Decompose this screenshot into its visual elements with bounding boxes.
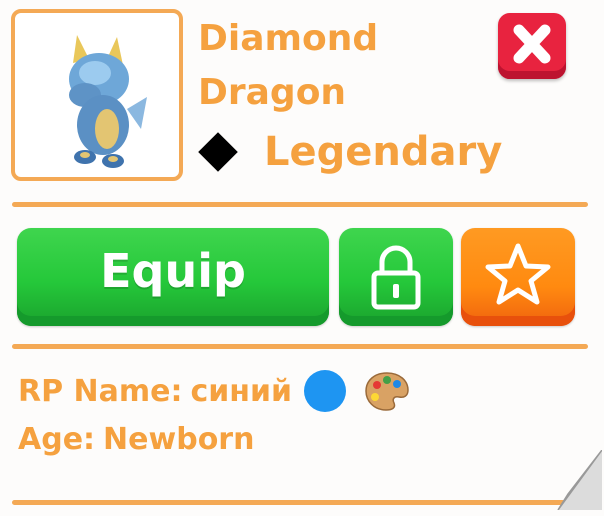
rp-color-swatch[interactable] xyxy=(304,370,347,412)
age-label: Age: xyxy=(18,422,96,457)
divider-bottom xyxy=(12,500,572,505)
rarity-row: Legendary xyxy=(196,124,502,180)
black-diamond-icon xyxy=(198,132,238,172)
padlock-icon xyxy=(371,245,421,310)
equip-button[interactable]: Equip xyxy=(17,228,329,326)
close-icon xyxy=(513,24,551,64)
close-button[interactable] xyxy=(498,13,566,79)
page-curl-icon xyxy=(557,450,602,510)
pet-portrait xyxy=(11,9,183,181)
divider-top xyxy=(12,202,588,207)
age-row: Age: Newborn xyxy=(18,422,254,457)
favorite-button[interactable] xyxy=(461,228,575,326)
rp-name-row: RP Name: синий xyxy=(18,370,410,412)
rarity-label: Legendary xyxy=(264,129,503,175)
star-icon xyxy=(485,243,551,305)
rp-name-value: синий xyxy=(190,373,293,409)
equip-label: Equip xyxy=(100,244,246,298)
rp-name-label: RP Name: xyxy=(18,373,183,409)
pet-info-panel: Diamond Dragon Legendary Equip RP Name: … xyxy=(0,0,604,516)
divider-middle xyxy=(12,344,588,349)
lock-button[interactable] xyxy=(339,228,453,326)
palette-icon[interactable] xyxy=(364,370,410,412)
pet-name: Diamond Dragon xyxy=(198,18,379,113)
diamond-dragon-icon xyxy=(69,35,147,168)
age-value: Newborn xyxy=(103,422,255,457)
